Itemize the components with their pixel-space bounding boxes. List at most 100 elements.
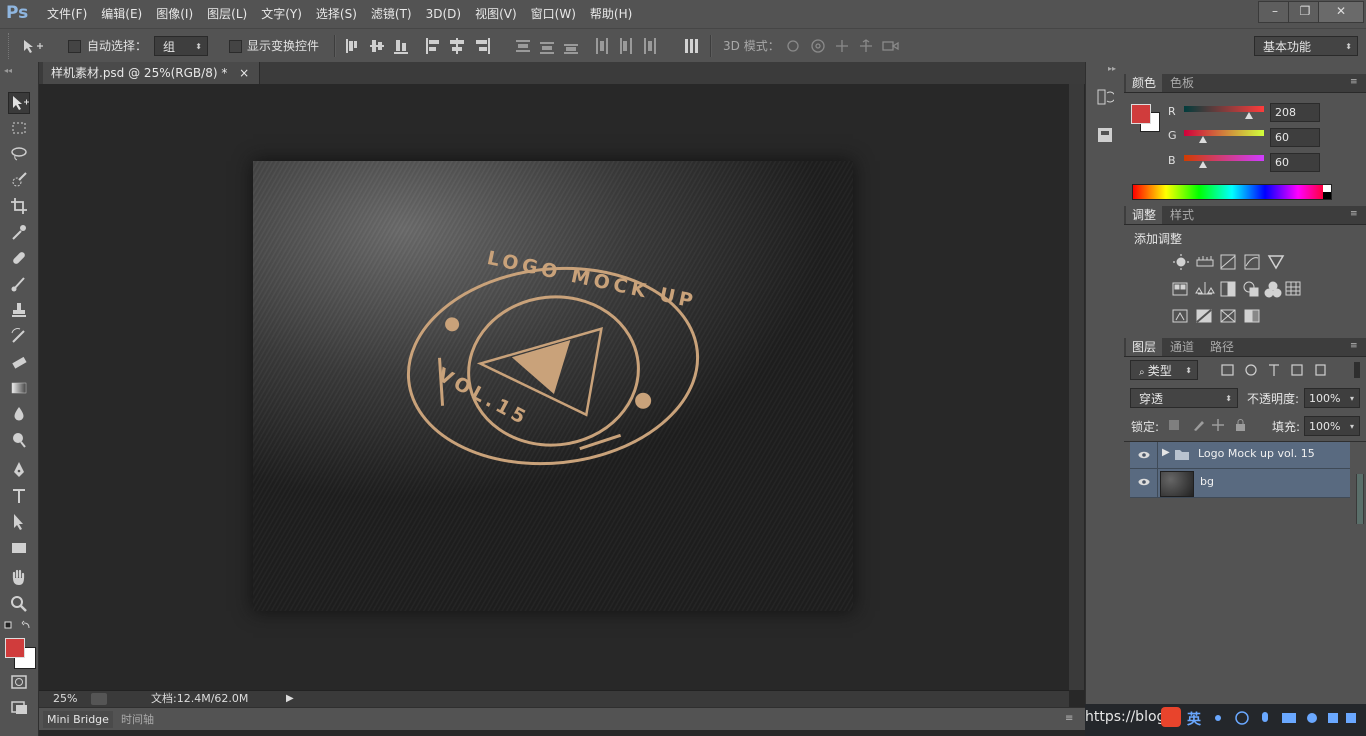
visibility-eye-icon[interactable] <box>1138 449 1150 461</box>
channel-r-slider-handle[interactable] <box>1245 112 1254 119</box>
status-menu-icon[interactable] <box>91 693 107 705</box>
panel-menu-icon[interactable]: ≡ <box>1350 210 1360 219</box>
black-white-picker[interactable] <box>1323 185 1331 199</box>
tab-adjustments[interactable]: 调整 <box>1126 206 1163 224</box>
history-panel-icon[interactable] <box>1096 88 1116 106</box>
workspace-dropdown[interactable]: 基本功能 ⬍ <box>1254 36 1358 56</box>
properties-panel-icon[interactable] <box>1096 126 1114 144</box>
menu-image[interactable]: 图像(I) <box>149 0 200 28</box>
foreground-color-swatch[interactable] <box>5 638 25 658</box>
auto-select-dropdown[interactable]: 组 ⬍ <box>154 36 208 56</box>
vertical-scrollbar[interactable] <box>1069 84 1084 690</box>
brush-icon[interactable] <box>8 274 30 296</box>
layers-scrollbar[interactable] <box>1356 474 1364 524</box>
blur-icon[interactable] <box>8 404 30 426</box>
quick-mask-icon[interactable] <box>8 672 30 694</box>
auto-align-layers-icon[interactable] <box>684 38 700 54</box>
panel-menu-icon[interactable]: ≡ <box>1350 342 1360 351</box>
dropdown-arrows-icon: ⬍ <box>195 42 202 51</box>
lock-icons[interactable] <box>1168 418 1248 432</box>
expand-group-icon[interactable]: ▶ <box>1162 447 1170 458</box>
layer-name[interactable]: bg <box>1200 475 1214 488</box>
tab-paths[interactable]: 路径 <box>1204 338 1240 356</box>
menu-help[interactable]: 帮助(H) <box>583 0 639 28</box>
screen-mode-icon[interactable] <box>8 698 30 720</box>
quick-selection-icon[interactable] <box>8 170 30 192</box>
minimize-button[interactable]: – <box>1258 1 1292 23</box>
color-spectrum-bar[interactable] <box>1132 184 1332 200</box>
tab-channels[interactable]: 通道 <box>1164 338 1200 356</box>
menu-edit[interactable]: 编辑(E) <box>94 0 149 28</box>
menu-window[interactable]: 窗口(W) <box>524 0 583 28</box>
folder-icon <box>1175 450 1189 460</box>
move-tool-icon[interactable] <box>8 92 30 114</box>
rectangular-marquee-icon[interactable] <box>8 118 30 140</box>
channel-g-slider-handle[interactable] <box>1198 136 1207 143</box>
healing-brush-icon[interactable] <box>8 248 30 270</box>
ime-language-indicator[interactable]: 英 <box>1187 709 1201 729</box>
tab-styles[interactable]: 样式 <box>1164 206 1200 224</box>
tab-swatches[interactable]: 色板 <box>1164 74 1200 92</box>
menu-filter[interactable]: 滤镜(T) <box>364 0 419 28</box>
tray-icons[interactable] <box>1210 710 1360 726</box>
gradient-icon[interactable] <box>8 378 30 400</box>
bottom-panel-menu-icon[interactable]: ≡ <box>1065 713 1073 724</box>
channel-b-value[interactable]: 60 <box>1270 153 1320 172</box>
swap-colors-icon[interactable] <box>4 620 34 632</box>
visibility-eye-icon[interactable] <box>1138 476 1150 488</box>
close-tab-button[interactable]: × <box>239 66 249 80</box>
layer-filter-dropdown[interactable]: ⌕ 类型 ⬍ <box>1130 360 1198 380</box>
channel-g-value[interactable]: 60 <box>1270 128 1320 147</box>
history-brush-icon[interactable] <box>8 326 30 348</box>
filter-toggle[interactable] <box>1354 362 1360 378</box>
layer-row-group[interactable]: ▶ Logo Mock up vol. 15 <box>1130 442 1350 469</box>
close-window-button[interactable]: ✕ <box>1318 1 1364 23</box>
layer-name[interactable]: Logo Mock up vol. 15 <box>1198 447 1315 460</box>
blend-mode-dropdown[interactable]: 穿透 ⬍ <box>1130 388 1238 408</box>
rectangle-shape-icon[interactable] <box>8 538 30 560</box>
menu-3d[interactable]: 3D(D) <box>419 0 468 28</box>
channel-b-slider[interactable] <box>1184 155 1264 161</box>
sogou-ime-icon[interactable] <box>1161 707 1181 727</box>
hand-tool-icon[interactable] <box>8 568 30 590</box>
adjustment-icons[interactable] <box>1172 254 1302 324</box>
scrollbar-thumb[interactable] <box>1357 474 1363 524</box>
move-tool-preset-icon[interactable] <box>22 38 43 54</box>
eraser-icon[interactable] <box>8 352 30 374</box>
clone-stamp-icon[interactable] <box>8 300 30 322</box>
menu-type[interactable]: 文字(Y) <box>254 0 309 28</box>
channel-g-slider[interactable] <box>1184 130 1264 136</box>
tab-timeline[interactable]: 时间轴 <box>121 711 154 728</box>
lasso-icon[interactable] <box>8 144 30 166</box>
zoom-tool-icon[interactable] <box>8 594 30 616</box>
path-selection-icon[interactable] <box>8 512 30 534</box>
status-arrow-icon[interactable]: ▶ <box>286 693 294 704</box>
menu-layer[interactable]: 图层(L) <box>200 0 254 28</box>
restore-button[interactable]: ❐ <box>1288 1 1322 23</box>
show-transform-checkbox[interactable] <box>229 40 242 53</box>
zoom-level[interactable]: 25% <box>53 691 77 707</box>
menu-view[interactable]: 视图(V) <box>468 0 524 28</box>
tab-layers[interactable]: 图层 <box>1126 338 1163 356</box>
tab-mini-bridge[interactable]: Mini Bridge <box>43 711 113 728</box>
collapse-tools-icon[interactable]: ◂◂ <box>4 66 34 75</box>
menu-file[interactable]: 文件(F) <box>40 0 94 28</box>
auto-select-checkbox[interactable] <box>68 40 81 53</box>
tab-color[interactable]: 颜色 <box>1126 74 1163 92</box>
expand-dock-icon[interactable]: ▸▸ <box>1108 64 1116 73</box>
color-panel-foreground-swatch[interactable] <box>1131 104 1151 124</box>
eyedropper-icon[interactable] <box>8 222 30 244</box>
panel-menu-icon[interactable]: ≡ <box>1350 78 1360 87</box>
opacity-input[interactable]: 100% ▾ <box>1304 388 1360 408</box>
channel-r-value[interactable]: 208 <box>1270 103 1320 122</box>
layer-row-bg[interactable]: bg <box>1130 469 1350 498</box>
dodge-icon[interactable] <box>8 430 30 452</box>
type-tool-icon[interactable] <box>8 486 30 508</box>
fill-input[interactable]: 100% ▾ <box>1304 416 1360 436</box>
channel-b-slider-handle[interactable] <box>1198 161 1207 168</box>
pen-icon[interactable] <box>8 460 30 482</box>
crop-icon[interactable] <box>8 196 30 218</box>
layer-filter-icons[interactable] <box>1220 362 1340 378</box>
document-tab[interactable]: 样机素材.psd @ 25%(RGB/8) * × <box>43 62 261 84</box>
menu-select[interactable]: 选择(S) <box>309 0 364 28</box>
